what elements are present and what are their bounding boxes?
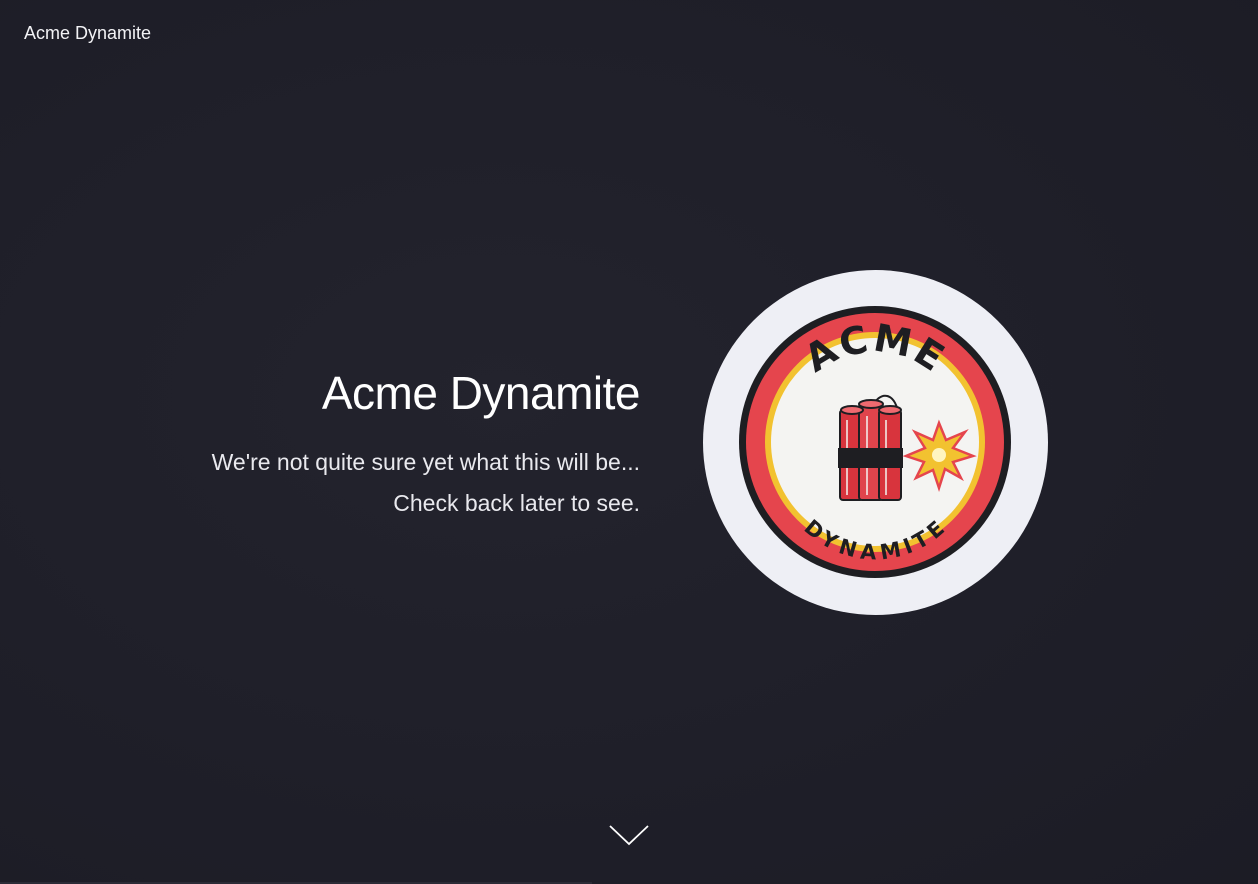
scroll-down-button[interactable] <box>608 822 650 850</box>
brand-link[interactable]: Acme Dynamite <box>24 22 151 44</box>
hero-text: Acme Dynamite We're not quite sure yet w… <box>120 364 641 524</box>
hero-tagline: We're not quite sure yet what this will … <box>211 449 640 475</box>
hero-subtext: Check back later to see. <box>393 490 640 516</box>
page-title: Acme Dynamite <box>321 367 641 419</box>
chevron-down-icon <box>609 825 649 846</box>
acme-dynamite-logo: ACME DYNAMITE <box>703 270 1048 615</box>
